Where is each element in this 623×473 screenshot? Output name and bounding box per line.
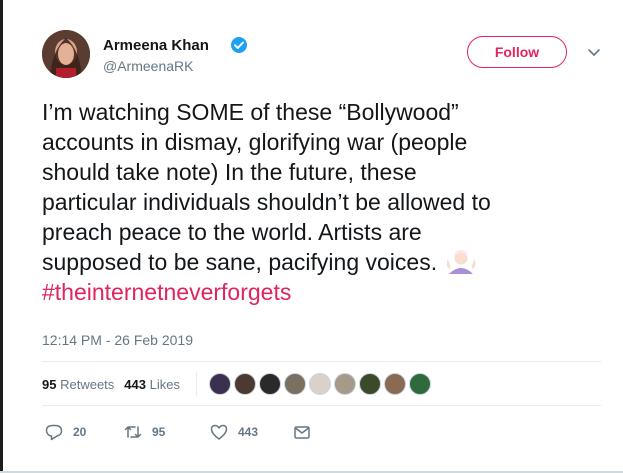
retweets-label: Retweets	[60, 377, 115, 392]
woman-shrugging-icon	[447, 250, 476, 274]
like-button[interactable]: 443	[210, 423, 293, 441]
verified-badge-icon	[231, 37, 247, 53]
liker-avatar[interactable]	[384, 373, 406, 395]
avatar-image	[42, 30, 90, 78]
retweet-icon	[124, 426, 142, 438]
like-count: 443	[238, 425, 259, 439]
divider	[42, 405, 601, 406]
hashtag-link[interactable]: #theinternetneverforgets	[42, 277, 602, 307]
engagement-stats: 95 Retweets 443 Likes	[42, 377, 180, 392]
retweets-count: 95	[42, 377, 57, 392]
retweet-count: 95	[152, 425, 166, 439]
liker-avatar[interactable]	[334, 373, 356, 395]
tweet-line: supposed to be sane, pacifying voices.	[42, 249, 438, 275]
liker-avatar[interactable]	[284, 373, 306, 395]
liker-avatar[interactable]	[259, 373, 281, 395]
reply-icon	[45, 424, 63, 441]
liker-avatar[interactable]	[209, 373, 231, 395]
retweets-stat[interactable]: 95 Retweets	[42, 377, 114, 392]
author-name[interactable]: Armeena Khan	[103, 37, 209, 54]
likes-label: Likes	[149, 377, 180, 392]
reply-count: 20	[73, 425, 87, 439]
tweet-line: I’m watching SOME of these “Bollywood”	[42, 99, 459, 125]
likes-count: 443	[124, 377, 146, 392]
tweet-actions: 20 95 443	[45, 423, 321, 441]
heart-icon	[210, 424, 228, 440]
stats-separator	[196, 372, 197, 396]
window-edge	[0, 0, 3, 473]
envelope-icon	[294, 426, 310, 439]
follow-button[interactable]: Follow	[467, 36, 567, 68]
avatar[interactable]	[42, 30, 90, 78]
likes-stat[interactable]: 443 Likes	[124, 377, 180, 392]
tweet-text: I’m watching SOME of these “Bollywood” a…	[42, 97, 602, 307]
tweet-line: accounts in dismay, glorifying war (peop…	[42, 129, 468, 155]
direct-message-button[interactable]	[293, 423, 321, 441]
chevron-down-icon[interactable]	[586, 44, 602, 60]
tweet-timestamp[interactable]: 12:14 PM - 26 Feb 2019	[42, 332, 193, 348]
reply-button[interactable]: 20	[45, 423, 124, 441]
liker-avatar[interactable]	[359, 373, 381, 395]
retweet-button[interactable]: 95	[124, 423, 210, 441]
liker-avatars	[209, 373, 434, 395]
liker-avatar[interactable]	[409, 373, 431, 395]
tweet-line: preach peace to the world. Artists are	[42, 219, 422, 245]
tweet-line: particular individuals shouldn’t be allo…	[42, 189, 491, 215]
liker-avatar[interactable]	[309, 373, 331, 395]
author-handle[interactable]: @ArmeenaRK	[103, 58, 193, 74]
liker-avatar[interactable]	[234, 373, 256, 395]
divider	[42, 361, 601, 362]
tweet-line: should take note) In the future, these	[42, 159, 417, 185]
tweet-line-with-emoji: supposed to be sane, pacifying voices.	[42, 247, 602, 277]
